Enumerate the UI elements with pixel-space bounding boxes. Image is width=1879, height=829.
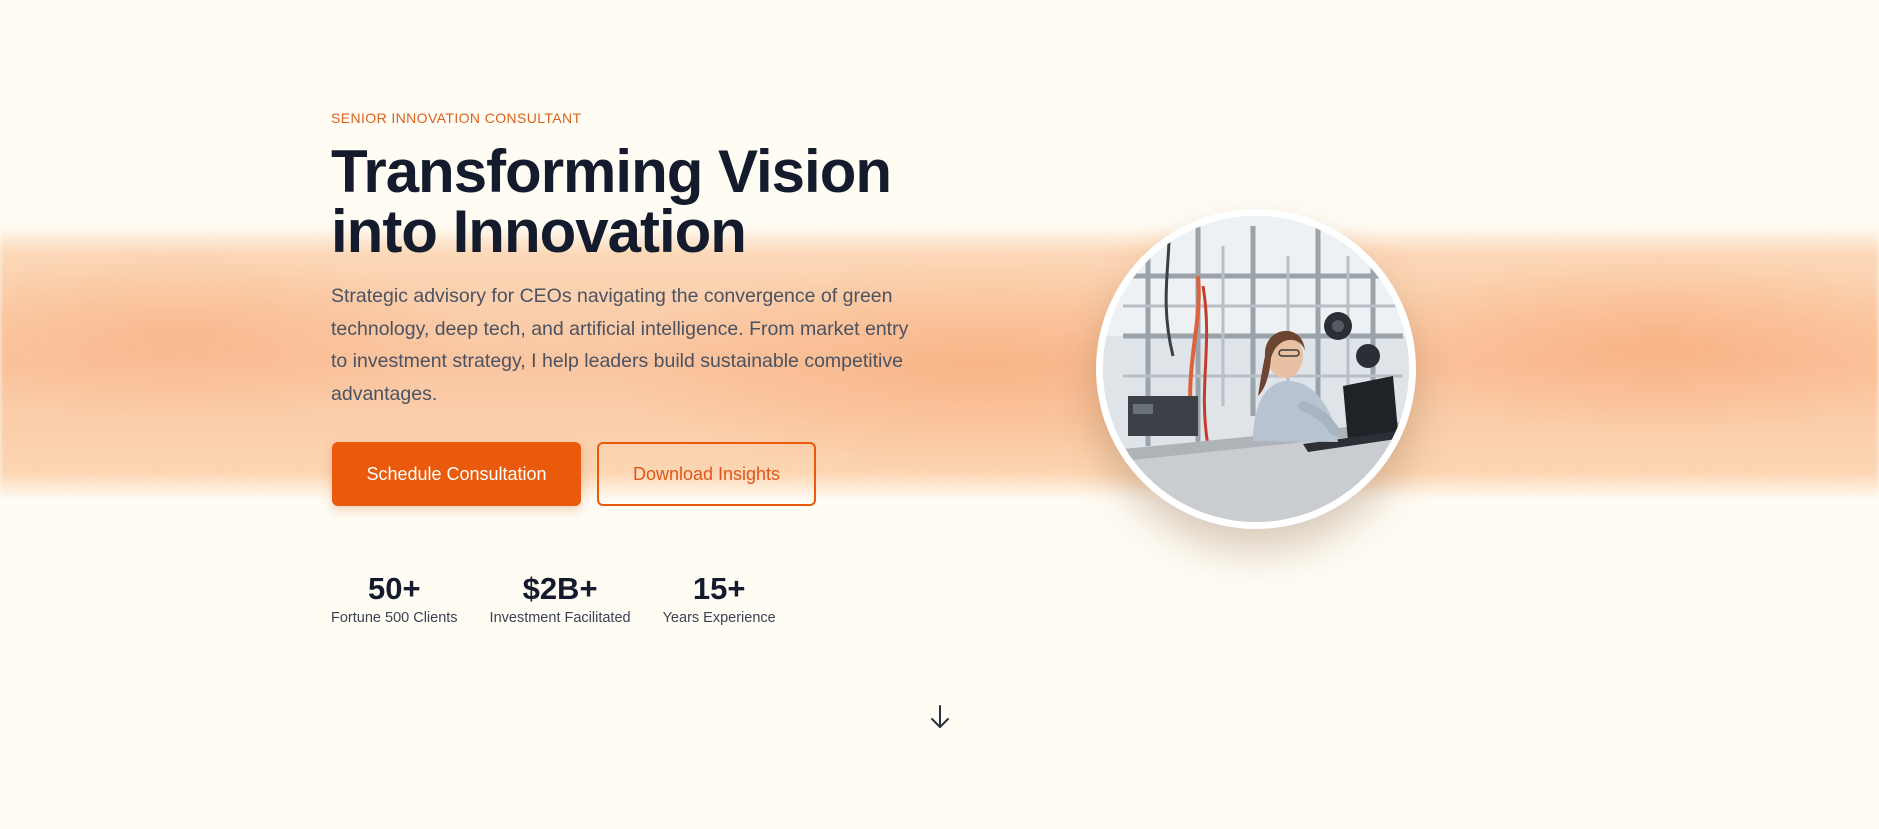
scroll-down-arrow[interactable] [929,704,951,730]
stat-experience: 15+ Years Experience [663,570,776,626]
download-insights-button[interactable]: Download Insights [597,442,816,506]
stat-label: Years Experience [662,610,776,626]
portrait-photo [1103,216,1409,522]
consultant-portrait [1096,209,1416,529]
stat-clients: 50+ Fortune 500 Clients [331,570,458,626]
hero-headline: Transforming Vision into Innovation [331,142,951,262]
hero-description: Strategic advisory for CEOs navigating t… [331,285,909,405]
stat-label: Investment Facilitated [489,610,631,626]
stat-value: 15+ [692,571,746,606]
hero-background-band [0,226,1879,500]
headline-line-2: into Innovation [331,198,747,265]
stats-row: 50+ Fortune 500 Clients $2B+ Investment … [331,570,776,626]
stat-label: Fortune 500 Clients [331,610,458,626]
schedule-consultation-button[interactable]: Schedule Consultation [332,442,581,506]
stat-value: $2B+ [522,571,598,606]
stat-value: 50+ [367,571,421,606]
eyebrow-title: SENIOR INNOVATION CONSULTANT [331,110,582,126]
stat-investment: $2B+ Investment Facilitated [490,570,631,626]
lab-photo-illustration [1103,216,1409,522]
headline-line-1: Transforming Vision [331,138,892,205]
arrow-down-icon [931,705,949,728]
